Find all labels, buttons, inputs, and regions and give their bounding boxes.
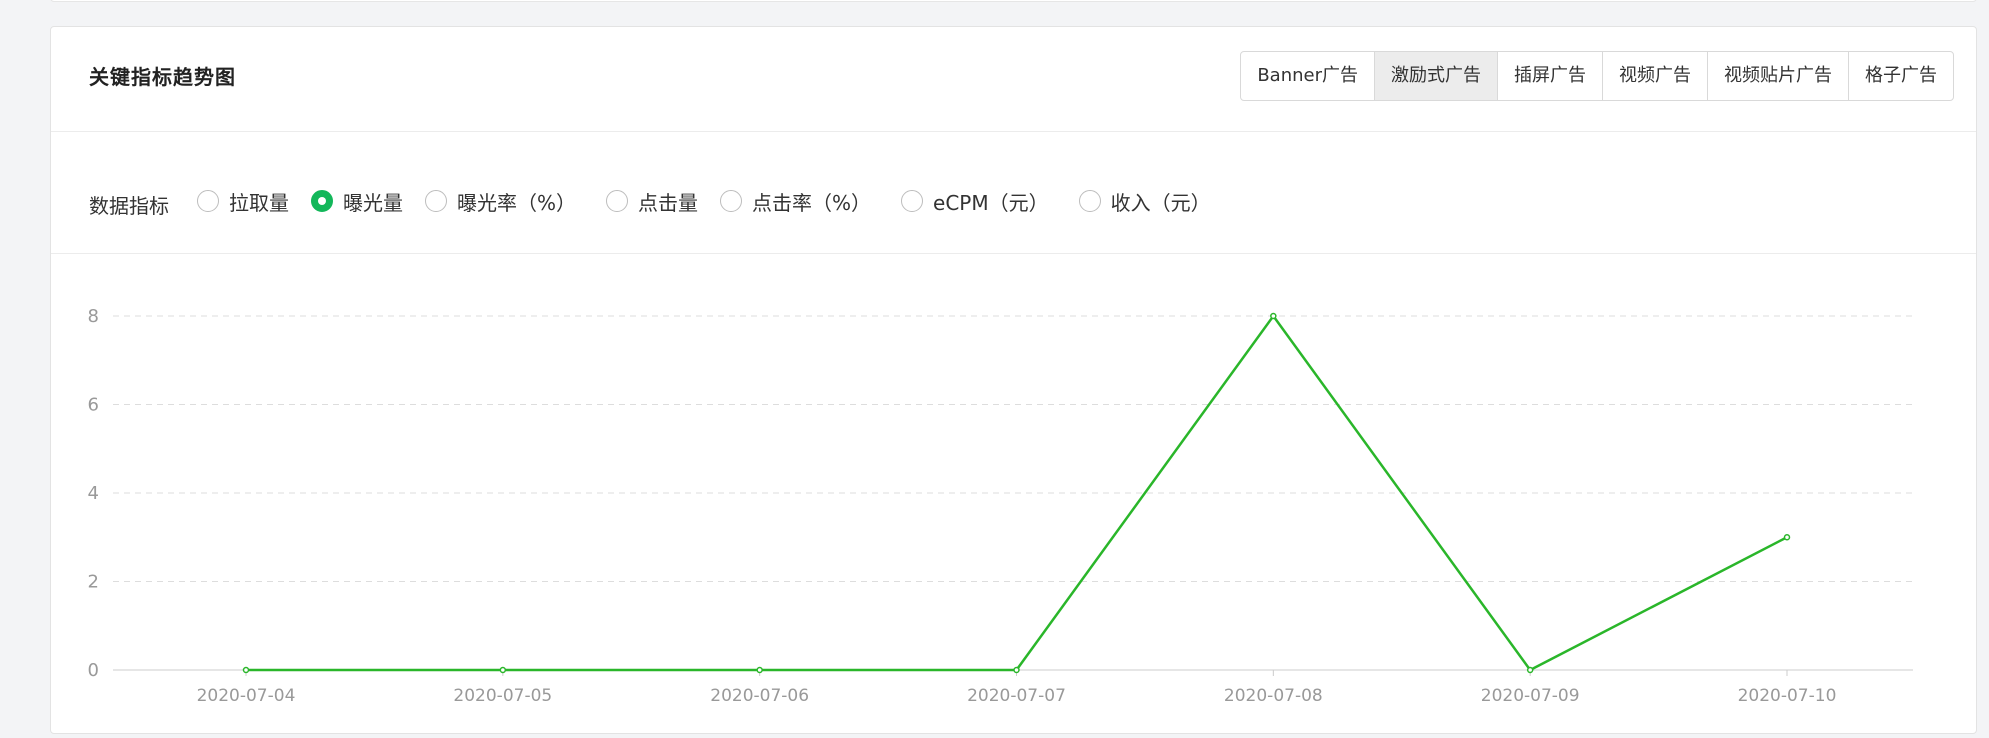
tab-rewarded[interactable]: 激励式广告 — [1375, 52, 1498, 100]
radio-circle[interactable] — [606, 190, 629, 212]
radio-clicks[interactable]: 点击量 — [606, 187, 698, 216]
x-tick-label: 2020-07-08 — [1224, 686, 1323, 706]
x-tick-label: 2020-07-07 — [967, 686, 1066, 706]
tab-video[interactable]: 视频广告 — [1603, 52, 1708, 100]
tab-banner[interactable]: Banner广告 — [1241, 52, 1375, 100]
radio-impressions[interactable]: 曝光量 — [311, 187, 403, 216]
radio-label: 点击量 — [638, 190, 699, 215]
radio-click-rate[interactable]: 点击率（%） — [720, 187, 871, 216]
data-point — [1526, 666, 1534, 674]
radio-circle[interactable] — [901, 190, 924, 212]
radio-label: 点击率（%） — [752, 190, 872, 215]
x-tick-label: 2020-07-04 — [197, 686, 296, 706]
data-point — [1783, 534, 1791, 541]
radio-revenue[interactable]: 收入（元） — [1078, 187, 1211, 216]
data-point — [1013, 666, 1020, 674]
data-point — [1270, 312, 1277, 320]
metric-filter-label: 数据指标 — [89, 194, 169, 218]
radio-ecpm[interactable]: eCPM（元） — [901, 187, 1049, 216]
card-title: 关键指标趋势图 — [89, 65, 236, 89]
tab-video-preroll[interactable]: 视频贴片广告 — [1708, 52, 1849, 100]
trend-chart-card: 关键指标趋势图 Banner广告 激励式广告 插屏广告 视频广告 视频贴片广告 … — [50, 26, 1977, 734]
radio-label: 曝光率（%） — [457, 190, 577, 215]
radio-circle[interactable] — [720, 190, 743, 212]
y-tick-label: 4 — [88, 483, 99, 504]
radio-circle[interactable] — [425, 190, 447, 212]
line-chart: 0 2 4 6 8 2020-07-04 2020-07-05 2020-07-06 2020-… — [88, 306, 1913, 706]
data-point — [499, 666, 507, 674]
data-point — [242, 666, 250, 674]
ad-type-tabs: Banner广告 激励式广告 插屏广告 视频广告 视频贴片广告 格子广告 — [1240, 51, 1954, 101]
radio-label: 收入（元） — [1110, 190, 1211, 215]
radio-circle[interactable] — [1078, 190, 1101, 212]
radio-pull-count[interactable]: 拉取量 — [197, 187, 289, 216]
metric-filter-row: 数据指标 拉取量 曝光量 曝光率（%） 点击量 点击率（%） eCPM（元） 收… — [51, 132, 1976, 254]
data-point — [756, 666, 763, 674]
x-tick-label: 2020-07-09 — [1481, 686, 1580, 706]
radio-circle-checked[interactable] — [311, 190, 333, 212]
radio-label: 曝光量 — [343, 190, 403, 215]
chart-area: 0 2 4 6 8 2020-07-04 2020-07-05 2020-07-06 2020-… — [51, 254, 1976, 734]
tab-grid[interactable]: 格子广告 — [1849, 52, 1953, 100]
x-tick-label: 2020-07-10 — [1738, 686, 1837, 706]
radio-label: 拉取量 — [229, 190, 289, 215]
tab-interstitial[interactable]: 插屏广告 — [1498, 52, 1603, 100]
y-tick-label: 8 — [88, 306, 99, 327]
radio-label: eCPM（元） — [933, 190, 1049, 215]
y-tick-label: 6 — [88, 395, 99, 416]
previous-card-edge — [50, 0, 1977, 2]
radio-circle[interactable] — [197, 190, 219, 212]
metric-radio-group: 拉取量 曝光量 曝光率（%） 点击量 点击率（%） eCPM（元） 收入（元） — [197, 186, 1233, 216]
radio-impression-rate[interactable]: 曝光率（%） — [425, 187, 576, 216]
y-tick-label: 0 — [88, 660, 99, 681]
x-tick-label: 2020-07-06 — [710, 686, 809, 706]
card-header: 关键指标趋势图 Banner广告 激励式广告 插屏广告 视频广告 视频贴片广告 … — [51, 27, 1976, 132]
x-tick-label: 2020-07-05 — [453, 686, 552, 706]
y-tick-label: 2 — [88, 572, 99, 593]
